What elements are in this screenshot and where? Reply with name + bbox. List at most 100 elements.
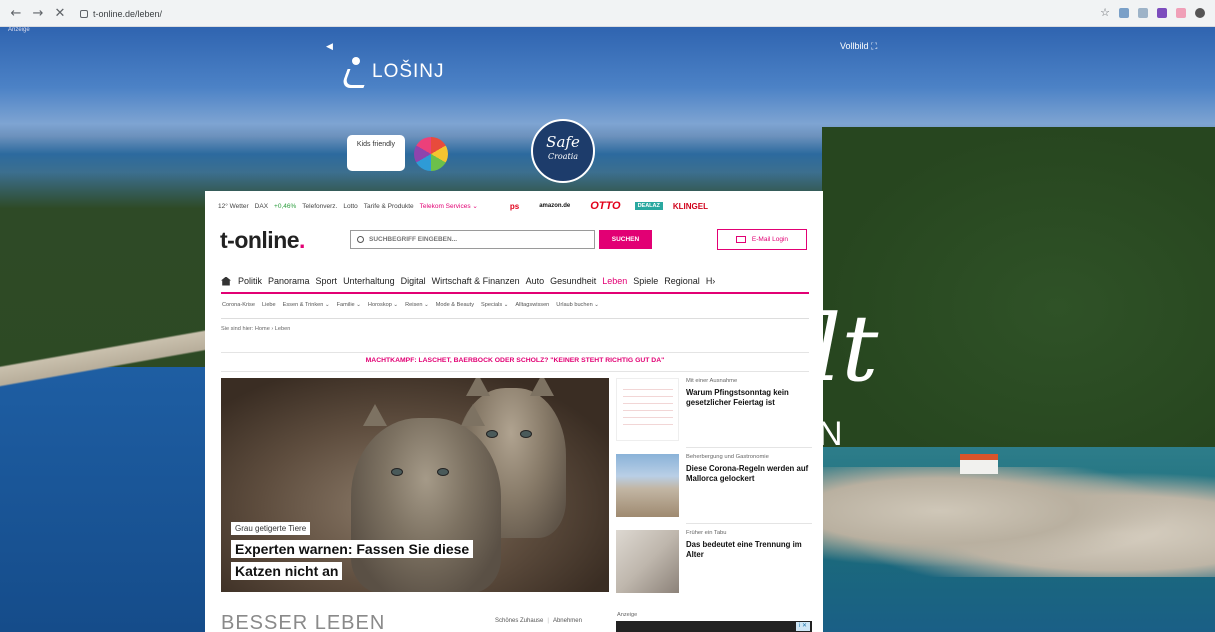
topbar-link[interactable]: Tarife & Produkte: [364, 203, 414, 210]
extension-icon[interactable]: [1138, 7, 1148, 18]
sub-navigation: Corona-Krise Liebe Essen & Trinken ⌄ Fam…: [222, 299, 812, 311]
brand-logo[interactable]: LOŠINJ: [342, 55, 445, 89]
nav-item-leben[interactable]: Leben: [602, 276, 627, 286]
divider: [221, 318, 809, 319]
subnav-item[interactable]: Reisen ⌄: [405, 302, 429, 308]
divider: [221, 352, 809, 353]
extension-icon[interactable]: [1176, 7, 1186, 18]
top-headline-link[interactable]: MACHTKAMPF: LASCHET, BAERBOCK ODER SCHOL…: [221, 357, 809, 364]
logo-text: t-online: [220, 227, 300, 253]
logo-dot: .: [299, 227, 305, 253]
side-article[interactable]: Beherbergung und Gastronomie Diese Coron…: [616, 454, 812, 518]
safe-badge-line2: Croatia: [547, 152, 579, 161]
article-title: Das bedeutet eine Trennung im Alter: [686, 540, 802, 559]
email-login-label: E-Mail Login: [751, 236, 789, 243]
partner-logo-ps[interactable]: ps: [510, 202, 519, 211]
ad-label: Anzeige: [8, 27, 30, 33]
partner-logo-otto[interactable]: OTTO: [590, 200, 620, 212]
subnav-item[interactable]: Urlaub buchen ⌄: [556, 302, 599, 308]
breadcrumb[interactable]: Sie sind hier: Home › Leben: [221, 326, 290, 332]
stop-loading-icon[interactable]: ✕: [52, 5, 68, 21]
subnav-item[interactable]: Essen & Trinken ⌄: [283, 302, 330, 308]
ad-banner[interactable]: i ✕: [616, 621, 812, 632]
topbar-link[interactable]: Lotto: [343, 203, 357, 210]
nav-item-auto[interactable]: Auto: [526, 276, 545, 286]
nav-item-spiele[interactable]: Spiele: [633, 276, 658, 286]
telekom-services-dropdown[interactable]: Telekom Services ⌄: [420, 202, 478, 210]
ad-close-icon[interactable]: i ✕: [796, 622, 810, 631]
article-thumbnail: [616, 530, 679, 593]
subnav-item[interactable]: Mode & Beauty: [436, 302, 474, 308]
dax-value: +0,46%: [274, 202, 297, 210]
ad-prev-arrow-icon[interactable]: ◀: [326, 41, 333, 52]
section-link[interactable]: Schönes Zuhause: [495, 618, 543, 624]
nav-underline: [221, 292, 809, 294]
safe-badge-line1: Safe: [546, 133, 580, 151]
mail-icon: [735, 236, 746, 243]
article-kicker: Mit einer Ausnahme: [686, 378, 738, 384]
hero-title[interactable]: Experten warnen: Fassen Sie diese Katzen…: [231, 538, 531, 582]
lock-icon: [80, 9, 88, 18]
url-text: t-online.de/leben/: [93, 8, 163, 19]
nav-item-sport[interactable]: Sport: [316, 276, 338, 286]
forward-arrow-icon[interactable]: →: [30, 5, 46, 21]
nav-item-more[interactable]: H›: [706, 276, 716, 286]
house: [960, 454, 998, 474]
sea-left: [0, 367, 215, 632]
browser-actions: ☆: [1100, 6, 1205, 19]
nav-item-panorama[interactable]: Panorama: [268, 276, 310, 286]
profile-avatar-icon[interactable]: [1195, 7, 1205, 18]
topbar-link[interactable]: Telefonverz.: [302, 203, 337, 210]
weather-link[interactable]: 12° Wetter: [218, 203, 249, 210]
color-wheel-badge-icon: [414, 137, 448, 171]
ad-label: Anzeige: [617, 612, 638, 618]
t-online-page: 12° Wetter DAX +0,46% Telefonverz. Lotto…: [205, 191, 823, 632]
subnav-item[interactable]: Liebe: [262, 302, 276, 308]
article-kicker: Beherbergung und Gastronomie: [686, 454, 769, 460]
nav-item-unterhaltung[interactable]: Unterhaltung: [343, 276, 395, 286]
partner-logo-klingel[interactable]: KLINGEL: [673, 202, 708, 211]
brand-name: LOŠINJ: [372, 61, 445, 82]
service-bar: 12° Wetter DAX +0,46% Telefonverz. Lotto…: [218, 199, 808, 213]
address-bar[interactable]: t-online.de/leben/: [80, 4, 1050, 23]
bookmark-star-icon[interactable]: ☆: [1100, 6, 1110, 19]
divider: [221, 371, 809, 372]
article-kicker: Früher ein Tabu: [686, 530, 727, 536]
fullscreen-button[interactable]: Vollbild ⛶: [840, 41, 877, 52]
main-navigation: Politik Panorama Sport Unterhaltung Digi…: [221, 274, 811, 288]
extension-icon[interactable]: [1119, 7, 1129, 18]
subnav-item[interactable]: Corona-Krise: [222, 302, 255, 308]
site-logo[interactable]: t-online.: [220, 227, 305, 254]
nav-item-regional[interactable]: Regional: [664, 276, 700, 286]
subnav-item[interactable]: Horoskop ⌄: [368, 302, 398, 308]
section-links: Schönes Zuhause | Abnehmen: [495, 618, 582, 624]
extension-icon[interactable]: [1157, 7, 1167, 18]
hero-title-line2: Katzen nicht an: [231, 562, 343, 580]
island-forest: [822, 127, 1215, 487]
article-thumbnail: [616, 454, 679, 517]
nav-item-gesundheit[interactable]: Gesundheit: [550, 276, 596, 286]
coast-rocks: [822, 467, 1215, 577]
dax-label[interactable]: DAX: [255, 203, 268, 210]
partner-logo-dealaz[interactable]: DEALAZ: [634, 202, 663, 210]
nav-item-politik[interactable]: Politik: [238, 276, 262, 286]
home-icon[interactable]: [221, 276, 231, 286]
side-article[interactable]: Früher ein Tabu Das bedeutet eine Trennu…: [616, 530, 812, 594]
search-button[interactable]: SUCHEN: [599, 230, 652, 249]
back-arrow-icon[interactable]: ←: [8, 5, 24, 21]
nav-item-wirtschaft[interactable]: Wirtschaft & Finanzen: [432, 276, 520, 286]
search-icon: [357, 236, 364, 243]
email-login-button[interactable]: E-Mail Login: [717, 229, 807, 250]
section-link[interactable]: Abnehmen: [553, 618, 582, 624]
nav-item-digital[interactable]: Digital: [401, 276, 426, 286]
search-input[interactable]: [369, 236, 569, 243]
subnav-item[interactable]: Familie ⌄: [337, 302, 361, 308]
side-article[interactable]: Mit einer Ausnahme Warum Pfingstsonntag …: [616, 378, 812, 442]
subnav-item[interactable]: Alltagswissen: [515, 302, 549, 308]
hero-article[interactable]: Grau getigerte Tiere Experten warnen: Fa…: [221, 378, 609, 592]
partner-logo-amazon[interactable]: amazon.de: [539, 203, 570, 209]
divider: [686, 447, 812, 448]
hero-kicker: Grau getigerte Tiere: [231, 522, 311, 535]
subnav-item[interactable]: Specials ⌄: [481, 302, 508, 308]
search-box: [350, 230, 595, 249]
